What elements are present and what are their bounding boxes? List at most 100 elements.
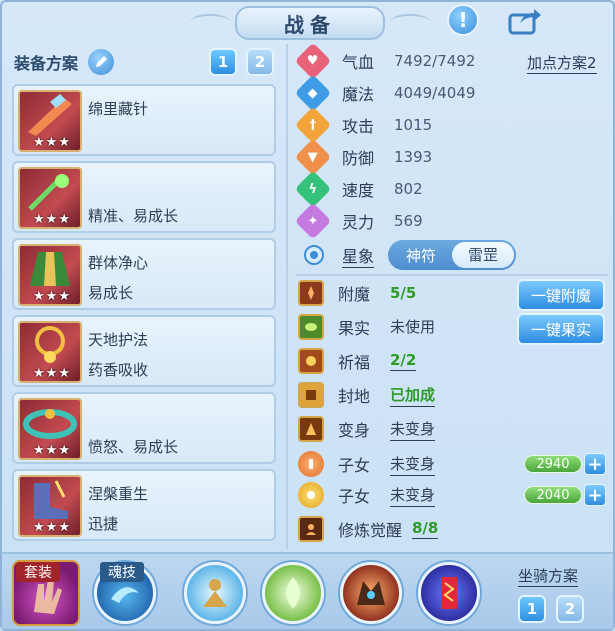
jade-ornament-icon: ★★★: [18, 167, 82, 229]
child-1-add-button[interactable]: +: [584, 453, 606, 475]
stat-row-mp: ◆ 魔法 4049/4049: [294, 74, 475, 112]
mount-plan-link[interactable]: 坐骑方案: [518, 565, 579, 587]
stat-label: 魔法: [342, 85, 375, 104]
one-click-enchant-button[interactable]: 一键附魔: [517, 279, 605, 311]
one-click-fruit-button[interactable]: 一键果实: [517, 313, 605, 345]
equipment-trait: 精准、易成长: [88, 207, 179, 225]
extra-row-transform[interactable]: 变身 未变身: [298, 414, 436, 444]
equipment-plan-header: 装备方案: [14, 48, 115, 76]
stat-value: 802: [394, 180, 423, 198]
stat-row-hp: ♥ 气血 7492/7492: [294, 42, 476, 80]
skill-slot-4[interactable]: [418, 562, 480, 624]
boots-icon: ★★★: [18, 475, 82, 537]
enchant-icon: [298, 280, 324, 306]
extra-row-child-1[interactable]: 子女 未变身: [298, 449, 436, 479]
gold-necklace-icon: ★★★: [18, 321, 82, 383]
belt-icon: ★★★: [18, 398, 82, 460]
title-ornament-right: [390, 14, 430, 30]
skill-slot-2[interactable]: [262, 562, 324, 624]
extra-label: 修炼觉醒: [338, 521, 403, 540]
star-rating: ★★★: [33, 212, 71, 227]
stat-label: 防御: [342, 149, 375, 168]
child-2-add-button[interactable]: +: [584, 484, 606, 506]
extra-row-blessing[interactable]: 祈福 2/2: [298, 346, 417, 376]
equipment-trait: 药香吸收: [88, 361, 149, 379]
stat-value: 1393: [394, 148, 433, 166]
blessing-icon: [298, 348, 324, 374]
leaf-glow-icon: [286, 577, 300, 609]
extra-label: 果实: [338, 319, 371, 338]
extra-value: 2/2: [390, 351, 417, 371]
extra-value: 已加成: [390, 384, 436, 407]
equipment-slot-4[interactable]: ★★★ 天地护法 药香吸收: [12, 315, 276, 387]
extra-label: 封地: [338, 387, 371, 406]
skill-slot-3[interactable]: [340, 562, 402, 624]
toggle-option-shenfu[interactable]: 神符: [390, 245, 452, 266]
stat-label: 灵力: [342, 213, 375, 232]
equipment-slot-5[interactable]: ★★★ 愤怒、易成长: [12, 392, 276, 464]
set-skill-tag: 套装: [16, 562, 60, 582]
stat-label: 气血: [342, 53, 375, 72]
page-title: 战备: [235, 6, 385, 40]
stat-row-defense: ▼ 防御 1393: [294, 138, 433, 176]
star-rating: ★★★: [33, 443, 71, 458]
extra-value: 未变身: [390, 453, 436, 476]
extra-value: 未变身: [390, 418, 436, 441]
mana-icon: ◆: [294, 74, 332, 112]
edit-pencil-icon[interactable]: [88, 49, 115, 75]
extra-row-cultivation[interactable]: 修炼觉醒 8/8: [298, 514, 439, 544]
extra-row-enchant: 附魔 5/5: [298, 278, 416, 308]
star-sign-toggle[interactable]: 神符 雷罡: [388, 240, 517, 270]
toggle-option-leigang[interactable]: 雷罡: [452, 242, 515, 268]
extra-label: 变身: [338, 421, 371, 440]
star-rating: ★★★: [33, 289, 71, 304]
fief-icon: [298, 382, 324, 408]
equipment-slot-2[interactable]: ★★★ 精准、易成长: [12, 161, 276, 233]
star-sign-label[interactable]: 星象: [342, 243, 375, 268]
equipment-slot-3[interactable]: ★★★ 群体净心 易成长: [12, 238, 276, 310]
child-2-power-gauge: 2040: [524, 486, 582, 504]
mount-plan-1-button[interactable]: 1: [518, 595, 546, 623]
cultivation-icon: [298, 516, 324, 542]
star-rating: ★★★: [33, 366, 71, 381]
extra-row-child-2[interactable]: 子女 未变身: [298, 480, 436, 510]
extra-label: 附魔: [338, 285, 371, 304]
extra-row-fruit: 果实 未使用: [298, 312, 435, 342]
equipment-slot-1[interactable]: ★★★ 绵里藏针: [12, 84, 276, 156]
equipment-trait: 易成长: [88, 284, 134, 302]
equipment-name: 绵里藏针: [88, 100, 149, 118]
share-icon[interactable]: [505, 4, 545, 38]
extra-label: 祈福: [338, 353, 371, 372]
stat-row-spirit: ✦ 灵力 569: [294, 202, 423, 240]
extra-label: 子女: [338, 456, 371, 475]
stat-row-speed: ϟ 速度 802: [294, 170, 423, 208]
extra-value: 未变身: [390, 484, 436, 507]
equipment-plan-1-button[interactable]: 1: [209, 48, 237, 76]
beast-icon: [357, 581, 385, 605]
equipment-plan-2-button[interactable]: 2: [246, 48, 274, 76]
section-divider: [296, 274, 608, 276]
talisman-icon: [441, 577, 457, 609]
skill-slot-1[interactable]: [184, 562, 246, 624]
title-ornament-left: [190, 14, 230, 30]
equipment-name: 涅槃重生: [88, 485, 149, 503]
extra-label: 子女: [338, 487, 371, 506]
child-1-power-gauge: 2940: [524, 455, 582, 473]
stat-value: 7492/7492: [394, 52, 476, 70]
stat-label: 速度: [342, 181, 375, 200]
heart-icon: ♥: [294, 42, 332, 80]
armor-robe-icon: ★★★: [18, 244, 82, 306]
equipment-plan-label: 装备方案: [14, 54, 79, 73]
shield-icon: ▼: [294, 138, 332, 176]
sword-icon: †: [294, 106, 332, 144]
mount-plan-2-button[interactable]: 2: [556, 595, 584, 623]
equipment-slot-6[interactable]: ★★★ 涅槃重生 迅捷: [12, 469, 276, 541]
equipment-trait: 愤怒、易成长: [88, 438, 179, 456]
star-rating: ★★★: [33, 520, 71, 535]
attribute-plan-link[interactable]: 加点方案2: [527, 52, 597, 74]
extra-row-fief[interactable]: 封地 已加成: [298, 380, 436, 410]
stat-label: 攻击: [342, 117, 375, 136]
child-icon: [298, 482, 324, 508]
alert-icon[interactable]: !: [447, 4, 479, 36]
spirit-icon: ✦: [294, 202, 332, 240]
